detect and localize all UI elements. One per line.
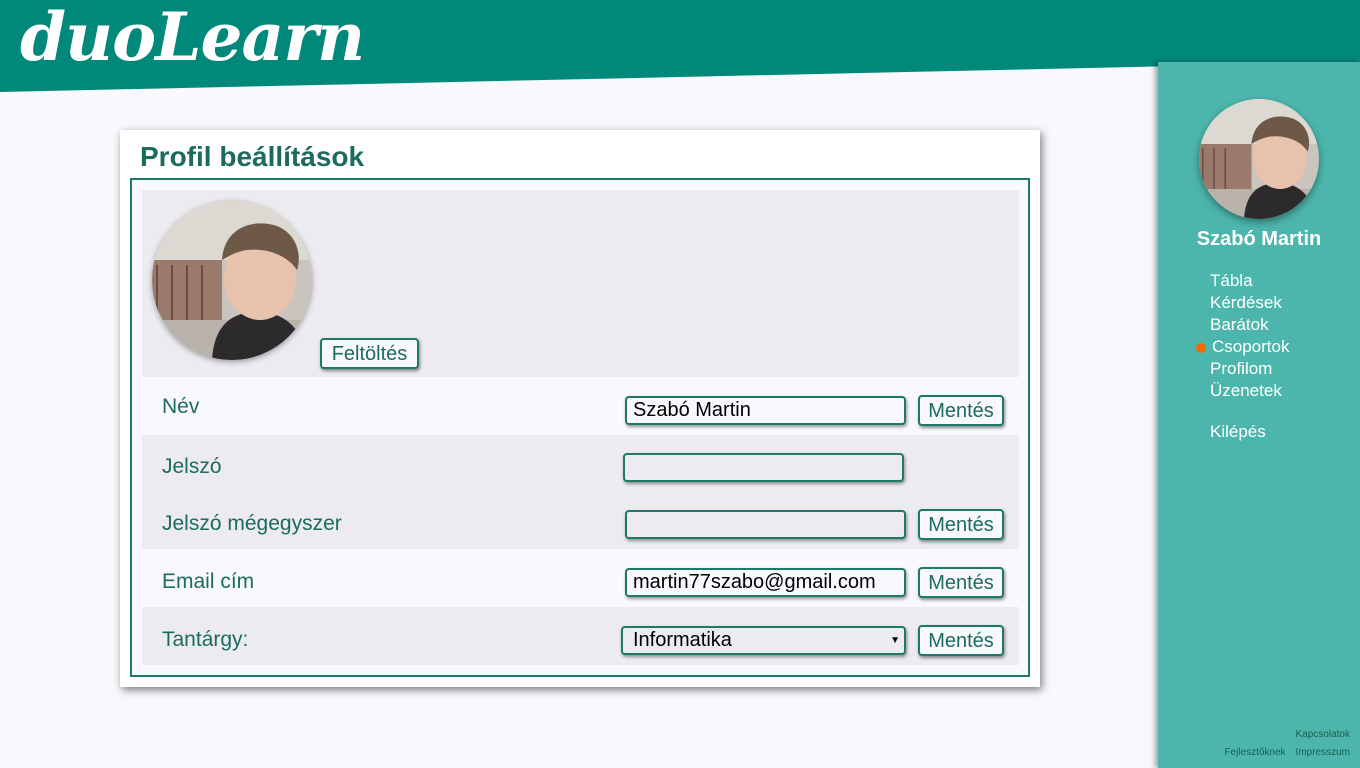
- profile-settings-card: Profil beállítások Feltöltés Név Szabó M…: [120, 130, 1040, 687]
- subject-row: Tantárgy: Informatika ▼ Mentés: [142, 607, 1019, 665]
- sidebar-item-kerdesek[interactable]: Kérdések: [1210, 292, 1289, 314]
- save-email-button[interactable]: Mentés: [918, 567, 1004, 598]
- save-password-button[interactable]: Mentés: [918, 509, 1004, 540]
- sidebar-item-csoportok[interactable]: Csoportok: [1195, 336, 1289, 358]
- password-input[interactable]: [623, 453, 904, 482]
- dropdown-caret-icon: ▼: [890, 635, 900, 646]
- right-sidebar: Szabó Martin Tábla Kérdések Barátok Csop…: [1158, 62, 1360, 768]
- profile-photo: [152, 200, 312, 360]
- name-row: Név Szabó Martin Mentés: [142, 377, 1019, 435]
- subject-select[interactable]: Informatika ▼: [621, 626, 906, 655]
- email-input[interactable]: martin77szabo@gmail.com: [625, 568, 906, 597]
- password-again-label: Jelszó mégegyszer: [162, 512, 342, 535]
- name-label: Név: [162, 395, 200, 418]
- contacts-link[interactable]: Kapcsolatok: [1296, 729, 1350, 740]
- save-subject-button[interactable]: Mentés: [918, 625, 1004, 656]
- subject-label: Tantárgy:: [162, 628, 249, 651]
- email-label: Email cím: [162, 570, 255, 593]
- name-input[interactable]: Szabó Martin: [625, 396, 906, 425]
- sidebar-item-tabla[interactable]: Tábla: [1210, 270, 1289, 292]
- page-title: Profil beállítások: [140, 141, 365, 172]
- sidebar-item-baratok[interactable]: Barátok: [1210, 314, 1289, 336]
- upload-photo-button[interactable]: Feltöltés: [320, 338, 419, 369]
- profile-photo-section: Feltöltés: [142, 190, 1019, 377]
- settings-form: Feltöltés Név Szabó Martin Mentés Jelszó…: [130, 178, 1030, 677]
- sidebar-item-uzenetek[interactable]: Üzenetek: [1210, 380, 1289, 402]
- top-header: duoLearn: [0, 0, 1360, 100]
- imprint-link[interactable]: Impresszum: [1296, 747, 1350, 758]
- subject-selected-value: Informatika: [633, 629, 732, 651]
- save-name-button[interactable]: Mentés: [918, 395, 1004, 426]
- password-section: Jelszó Jelszó mégegyszer Mentés: [142, 435, 1019, 549]
- email-row: Email cím martin77szabo@gmail.com Mentés: [142, 549, 1019, 607]
- sidebar-item-profilom[interactable]: Profilom: [1210, 358, 1289, 380]
- developers-link[interactable]: Fejlesztőknek: [1224, 747, 1285, 758]
- app-logo[interactable]: duoLearn: [20, 0, 365, 76]
- logout-link[interactable]: Kilépés: [1210, 422, 1266, 442]
- sidebar-user-name: Szabó Martin: [1196, 228, 1322, 250]
- password-label: Jelszó: [162, 455, 222, 478]
- password-again-input[interactable]: [625, 510, 906, 539]
- sidebar-nav: Tábla Kérdések Barátok Csoportok Profilo…: [1195, 270, 1289, 402]
- footer-links: Kapcsolatok Fejlesztőknek Impresszum: [1224, 726, 1350, 762]
- user-avatar[interactable]: [1199, 99, 1319, 219]
